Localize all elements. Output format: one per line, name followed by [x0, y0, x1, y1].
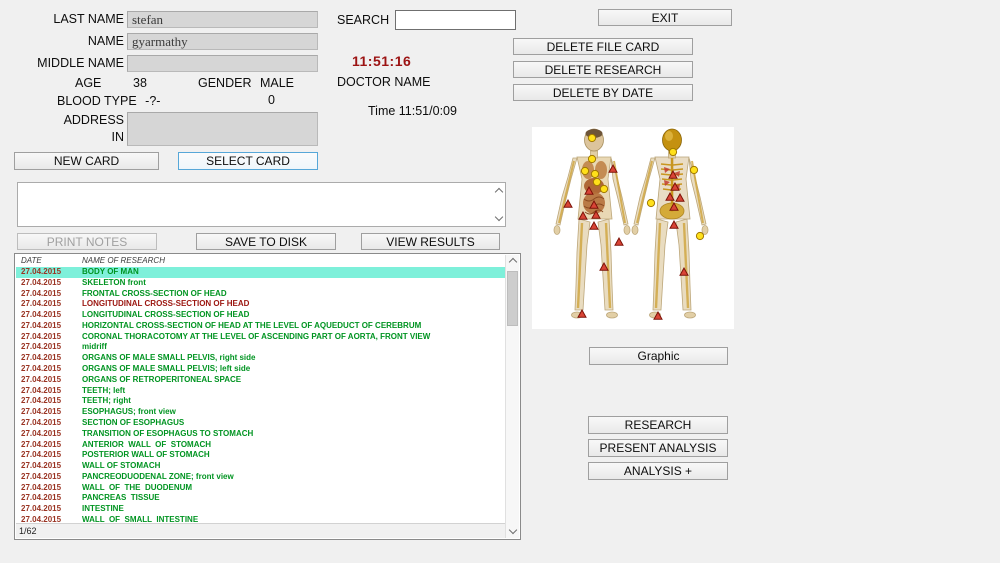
body-map-image: [553, 128, 709, 320]
last-name-label: LAST NAME: [53, 12, 124, 26]
list-item[interactable]: 27.04.2015 PANCREODUODENAL ZONE; front vi…: [16, 472, 506, 483]
list-item[interactable]: 27.04.2015 TEETH; right: [16, 396, 506, 407]
session-time-label: Time 11:51/0:09: [368, 104, 457, 118]
marker-circle-icon: [587, 154, 597, 164]
list-item[interactable]: 27.04.2015 SKELETON front: [16, 278, 506, 289]
list-item[interactable]: 27.04.2015 ANTERIOR WALL OF STOMACH: [16, 440, 506, 451]
view-results-button[interactable]: VIEW RESULTS: [361, 233, 500, 250]
middle-name-field[interactable]: [127, 55, 318, 72]
print-notes-button: PRINT NOTES: [17, 233, 157, 250]
search-input[interactable]: [395, 10, 516, 30]
list-item[interactable]: 27.04.2015 BODY OF MAN: [16, 267, 506, 278]
exit-button[interactable]: EXIT: [598, 9, 732, 26]
list-item[interactable]: 27.04.2015 PANCREAS TISSUE: [16, 493, 506, 504]
marker-circle-icon: [668, 147, 678, 157]
list-scrollbar-thumb[interactable]: [507, 271, 518, 326]
name-label: NAME: [87, 34, 124, 48]
list-item[interactable]: 27.04.2015 ORGANS OF RETROPERITONEAL SPAC…: [16, 375, 506, 386]
marker-circle-icon: [592, 177, 602, 187]
list-item[interactable]: 27.04.2015 LONGITUDINAL CROSS-SECTION OF …: [16, 310, 506, 321]
middle-name-label: MIDDLE NAME: [37, 56, 124, 70]
scroll-down-icon[interactable]: [508, 525, 518, 535]
blood-type-value: -?-: [145, 94, 161, 108]
marker-circle-icon: [580, 166, 590, 176]
research-button[interactable]: RESEARCH: [588, 416, 728, 434]
research-list: DATE NAME OF RESEARCH 27.04.2015 BODY OF …: [14, 253, 521, 540]
marker-circle-icon: [590, 169, 600, 179]
marker-triangle-icon: [614, 236, 624, 246]
delete-research-button[interactable]: DELETE RESEARCH: [513, 61, 693, 78]
marker-circle-icon: [599, 184, 609, 194]
research-rows: 27.04.2015 BODY OF MAN 27.04.2015 SKELETON …: [16, 267, 506, 526]
list-item[interactable]: 27.04.2015 POSTERIOR WALL OF STOMACH: [16, 450, 506, 461]
list-item[interactable]: 27.04.2015 SECTION OF ESOPHAGUS: [16, 418, 506, 429]
list-item[interactable]: 27.04.2015 ESOPHAGUS; front view: [16, 407, 506, 418]
list-item[interactable]: 27.04.2015 FRONTAL CROSS-SECTION OF HEAD: [16, 289, 506, 300]
address-field[interactable]: [127, 112, 318, 146]
list-item[interactable]: 27.04.2015 WALL OF STOMACH: [16, 461, 506, 472]
delete-by-date-button[interactable]: DELETE BY DATE: [513, 84, 693, 101]
body-map-panel: [532, 127, 734, 329]
age-value: 38: [133, 76, 147, 90]
doctor-name-label: DOCTOR NAME: [337, 75, 431, 89]
marker-circle-icon: [646, 198, 656, 208]
list-item[interactable]: 27.04.2015 WALL OF THE DUODENUM: [16, 483, 506, 494]
list-item[interactable]: 27.04.2015 CORONAL THORACOTOMY AT THE LEV…: [16, 332, 506, 343]
delete-file-card-button[interactable]: DELETE FILE CARD: [513, 38, 693, 55]
select-card-button[interactable]: SELECT CARD: [178, 152, 318, 170]
name-field[interactable]: [127, 33, 318, 50]
marker-circle-icon: [689, 165, 699, 175]
list-item[interactable]: 27.04.2015 TRANSITION OF ESOPHAGUS TO STO…: [16, 429, 506, 440]
search-label: SEARCH: [337, 13, 390, 27]
marker-circle-icon: [587, 133, 597, 143]
address-in-label: IN: [111, 130, 125, 144]
scroll-up-icon[interactable]: [508, 257, 518, 267]
blood-type-number: 0: [268, 93, 275, 107]
list-status-bar: 1/62: [16, 523, 506, 538]
list-item[interactable]: 27.04.2015 LONGITUDINAL CROSS-SECTION OF …: [16, 299, 506, 310]
blood-type-row: BLOOD TYPE -?-: [57, 94, 160, 108]
present-analysis-button[interactable]: PRESENT ANALYSIS: [588, 439, 728, 457]
age-label: AGE: [75, 76, 102, 90]
graphic-button[interactable]: Graphic: [589, 347, 728, 365]
analysis-plus-button[interactable]: ANALYSIS +: [588, 462, 728, 480]
date-column-header: DATE: [21, 256, 42, 265]
last-name-field[interactable]: [127, 11, 318, 28]
list-item[interactable]: 27.04.2015 ORGANS OF MALE SMALL PELVIS; l…: [16, 364, 506, 375]
gender-label: GENDER: [198, 76, 252, 90]
body-back-figure: [631, 128, 709, 319]
gender-value: MALE: [259, 76, 295, 90]
list-item[interactable]: 27.04.2015 ORGANS OF MALE SMALL PELVIS, r…: [16, 353, 506, 364]
page-indicator: 1/62: [19, 526, 37, 536]
list-item[interactable]: 27.04.2015 INTESTINE: [16, 504, 506, 515]
marker-triangle-icon: [589, 220, 599, 230]
notes-textarea[interactable]: [17, 182, 506, 227]
list-item[interactable]: 27.04.2015 HORIZONTAL CROSS-SECTION OF HE…: [16, 321, 506, 332]
list-item[interactable]: 27.04.2015 midriff: [16, 342, 506, 353]
name-column-header: NAME OF RESEARCH: [82, 256, 165, 265]
list-scrollbar[interactable]: [505, 255, 519, 538]
blood-type-label: BLOOD TYPE: [57, 94, 137, 108]
research-list-header: DATE NAME OF RESEARCH: [15, 256, 506, 267]
clock: 11:51:16: [352, 53, 412, 69]
patient-card-window: LAST NAME NAME MIDDLE NAME AGE 38 GENDER…: [0, 0, 1000, 563]
save-to-disk-button[interactable]: SAVE TO DISK: [196, 233, 336, 250]
address-label: ADDRESS: [63, 113, 124, 127]
marker-circle-icon: [695, 231, 705, 241]
gender-row: GENDER MALE: [198, 76, 294, 90]
new-card-button[interactable]: NEW CARD: [14, 152, 159, 170]
list-item[interactable]: 27.04.2015 TEETH; left: [16, 386, 506, 397]
